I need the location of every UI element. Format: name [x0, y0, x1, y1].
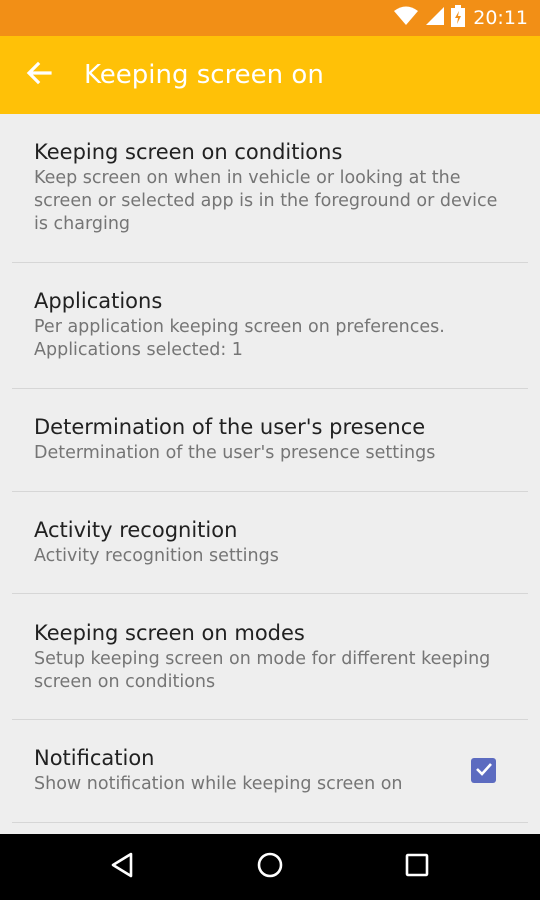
- setting-summary: Keep screen on when in vehicle or lookin…: [34, 168, 498, 234]
- signal-icon: [425, 6, 445, 30]
- divider: [12, 388, 528, 389]
- setting-title: Keeping screen on modes: [34, 621, 305, 645]
- back-triangle-icon: [109, 851, 137, 883]
- status-bar: 20:11: [0, 0, 540, 36]
- nav-back-button[interactable]: [93, 837, 153, 897]
- setting-summary: Activity recognition settings: [34, 546, 279, 566]
- setting-title: Notification: [34, 746, 155, 770]
- status-icons: [393, 5, 466, 31]
- recents-square-icon: [404, 852, 430, 882]
- battery-icon: [451, 5, 466, 31]
- nav-recents-button[interactable]: [387, 837, 447, 897]
- divider: [12, 822, 528, 823]
- setting-title: Applications: [34, 289, 163, 313]
- setting-title: Activity recognition: [34, 518, 238, 542]
- setting-activity-recognition[interactable]: Activity recognition Activity recognitio…: [0, 516, 540, 568]
- setting-summary: Show notification while keeping screen o…: [34, 774, 403, 794]
- setting-title: Determination of the user's presence: [34, 415, 426, 439]
- page-title: Keeping screen on: [84, 60, 324, 90]
- setting-summary: Setup keeping screen on mode for differe…: [34, 649, 491, 692]
- arrow-back-icon: [25, 59, 53, 91]
- setting-user-presence[interactable]: Determination of the user's presence Det…: [0, 413, 540, 465]
- setting-notification[interactable]: Notification Show notification while kee…: [0, 744, 540, 796]
- notification-checkbox[interactable]: [471, 758, 496, 783]
- back-button[interactable]: [10, 36, 68, 114]
- divider: [12, 491, 528, 492]
- setting-keeping-screen-on-conditions[interactable]: Keeping screen on conditions Keep screen…: [0, 138, 540, 236]
- nav-home-button[interactable]: [240, 837, 300, 897]
- settings-list: Keeping screen on conditions Keep screen…: [0, 114, 540, 834]
- setting-applications[interactable]: Applications Per application keeping scr…: [0, 287, 540, 362]
- setting-title: Keeping screen on conditions: [34, 140, 343, 164]
- divider: [12, 262, 528, 263]
- wifi-icon: [393, 6, 419, 30]
- setting-summary: Determination of the user's presence set…: [34, 443, 436, 463]
- setting-summary: Per application keeping screen on prefer…: [34, 317, 445, 360]
- checkmark-icon: [474, 759, 494, 783]
- divider: [12, 719, 528, 720]
- navigation-bar: [0, 834, 540, 900]
- home-circle-icon: [256, 851, 284, 883]
- app-bar: Keeping screen on: [0, 36, 540, 114]
- divider: [12, 593, 528, 594]
- setting-keeping-screen-on-modes[interactable]: Keeping screen on modes Setup keeping sc…: [0, 619, 540, 694]
- status-time: 20:11: [473, 7, 528, 29]
